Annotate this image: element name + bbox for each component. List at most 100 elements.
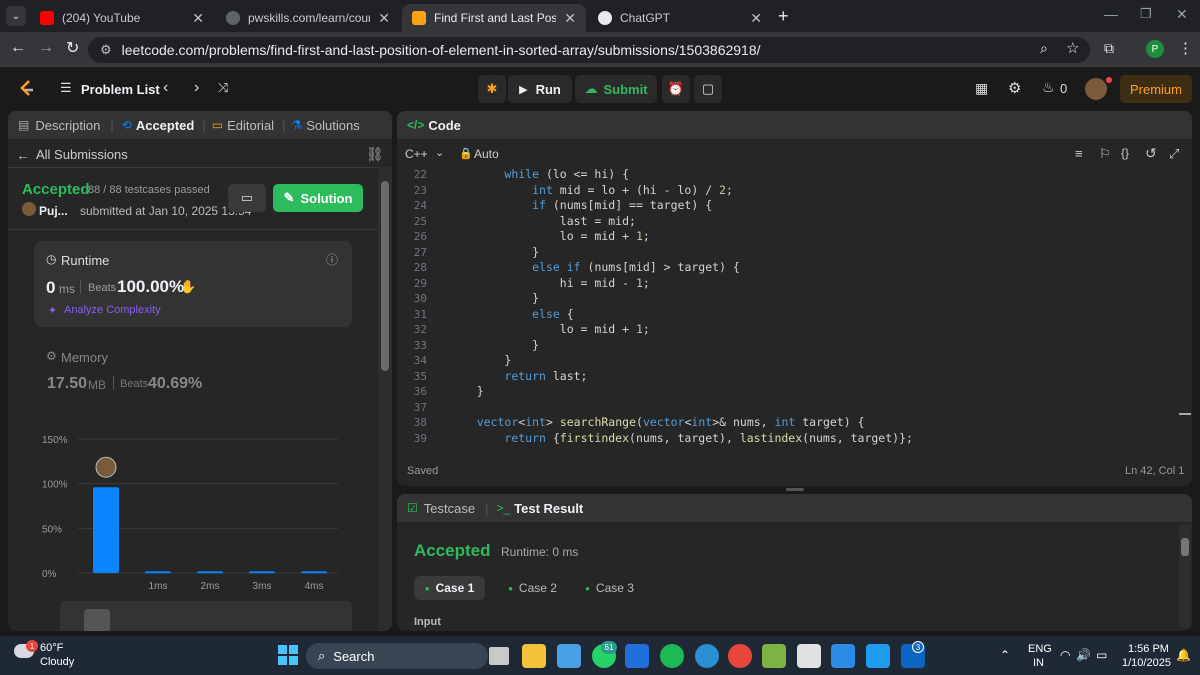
battery-icon[interactable]: ▭ (1096, 648, 1107, 662)
vscode-icon[interactable] (831, 644, 855, 668)
code-line[interactable]: 35 return last; (397, 369, 1177, 385)
windows-start-icon[interactable] (278, 645, 298, 665)
outlook-icon[interactable] (625, 644, 649, 668)
tab-test-result[interactable]: Test Result (514, 501, 583, 516)
back-icon[interactable]: ← (10, 39, 26, 57)
minimize-icon[interactable]: — (1104, 6, 1118, 22)
code-line[interactable]: 36 } (397, 384, 1177, 400)
twitter-icon[interactable] (866, 644, 890, 668)
debug-icon[interactable]: ✱ (478, 75, 506, 103)
notification-bell-icon[interactable]: 🔔 (1176, 648, 1191, 662)
reload-icon[interactable]: ↻ (66, 38, 79, 58)
tray-chevron-icon[interactable]: ⌃ (1000, 648, 1010, 662)
distribution-bar[interactable] (249, 571, 275, 574)
premium-button[interactable]: Premium (1120, 75, 1192, 103)
settings-gear-icon[interactable]: ⚙ (1008, 79, 1021, 97)
chevron-down-icon[interactable]: ⌄ (435, 146, 444, 159)
tab-accepted[interactable]: Accepted (136, 118, 195, 133)
prev-problem-icon[interactable]: ‹ (163, 79, 168, 97)
spotify-icon[interactable] (660, 644, 684, 668)
leetcode-logo-icon[interactable] (18, 79, 36, 99)
site-info-icon[interactable]: ⚙ (100, 42, 112, 58)
code-line[interactable]: 29 hi = mid - 1; (397, 276, 1177, 292)
code-line[interactable]: 31 else { (397, 307, 1177, 323)
tab-editorial[interactable]: Editorial (227, 118, 274, 133)
code-line[interactable]: 25 last = mid; (397, 214, 1177, 230)
distribution-bar[interactable] (145, 571, 171, 574)
format-icon[interactable]: ≡ (1075, 146, 1083, 161)
notes-icon[interactable]: ▢ (694, 75, 722, 103)
browser-tab-youtube[interactable]: (204) YouTube ✕ (30, 4, 214, 32)
case-2-tab[interactable]: ● Case 2 (497, 576, 568, 600)
runtime-card[interactable]: ◷ Runtime ⓘ 0 ms Beats 100.00% ✋ ✦ Analy… (34, 241, 352, 327)
run-button[interactable]: ▶ Run (508, 75, 572, 103)
browser-tab-leetcode[interactable]: Find First and Last Position of E ✕ (402, 4, 586, 32)
tab-description[interactable]: Description (35, 118, 100, 133)
restore-icon[interactable]: ❐ (1140, 6, 1152, 22)
language-indicator[interactable]: ENG (1028, 643, 1052, 655)
book-open-button[interactable]: ▭ (228, 184, 266, 212)
code-line[interactable]: 33 } (397, 338, 1177, 354)
braces-icon[interactable]: {} (1121, 146, 1129, 160)
clock-time[interactable]: 1:56 PM (1128, 643, 1169, 655)
code-line[interactable]: 34 } (397, 353, 1177, 369)
close-icon[interactable]: ✕ (192, 10, 204, 27)
code-line[interactable]: 38 vector<int> searchRange(vector<int>& … (397, 415, 1177, 431)
scrollbar[interactable] (378, 167, 392, 631)
back-arrow-icon[interactable]: ← (16, 147, 30, 163)
tab-search-icon[interactable]: ⌄ (6, 6, 26, 26)
extensions-icon[interactable]: ⧉ (1104, 40, 1114, 57)
volume-icon[interactable]: 🔊 (1076, 648, 1091, 662)
case-3-tab[interactable]: ● Case 3 (574, 576, 645, 600)
info-icon[interactable]: ⓘ (326, 251, 338, 268)
code-line[interactable]: 26 lo = mid + 1; (397, 229, 1177, 245)
wifi-icon[interactable]: ◠ (1060, 648, 1070, 662)
scrollbar-thumb[interactable] (1181, 538, 1189, 556)
code-line[interactable]: 32 lo = mid + 1; (397, 322, 1177, 338)
case-1-tab[interactable]: ● Case 1 (414, 576, 485, 600)
problem-list-link[interactable]: Problem List (81, 82, 160, 97)
new-tab-icon[interactable]: + (778, 6, 789, 27)
solution-button[interactable]: ✎ Solution (273, 184, 363, 212)
browser-tab-pwskills[interactable]: pwskills.com/learn/course/deco ✕ (216, 4, 400, 32)
tab-solutions[interactable]: Solutions (306, 118, 359, 133)
distribution-bar[interactable] (93, 487, 119, 573)
bookmark-star-icon[interactable]: ☆ (1066, 39, 1079, 57)
code-line[interactable]: 27 } (397, 245, 1177, 261)
layout-icon[interactable]: ▦ (975, 80, 988, 97)
submit-button[interactable]: ☁ Submit (575, 75, 657, 103)
edge-icon[interactable] (695, 644, 719, 668)
browser-tab-chatgpt[interactable]: ChatGPT ✕ (588, 4, 772, 32)
app-icon[interactable] (762, 644, 786, 668)
distribution-bar[interactable] (301, 571, 327, 574)
url-field[interactable]: ⚙ leetcode.com/problems/find-first-and-l… (88, 37, 1090, 63)
chrome-icon[interactable] (728, 644, 752, 668)
scrollbar-thumb[interactable] (381, 181, 389, 371)
window-close-icon[interactable]: ✕ (1176, 6, 1188, 23)
taskbar-search-box[interactable]: ⌕ Search (306, 643, 488, 669)
code-line[interactable]: 28 else if (nums[mid] > target) { (397, 260, 1177, 276)
profile-avatar[interactable]: P (1146, 40, 1164, 58)
code-line[interactable]: 39 return {firstindex(nums, target), las… (397, 431, 1177, 447)
zoom-icon[interactable]: ⌕ (1040, 40, 1048, 57)
menu-dots-icon[interactable]: ⋮ (1178, 39, 1193, 57)
share-link-icon[interactable]: ⛓ (366, 146, 384, 163)
auto-mode[interactable]: Auto (474, 147, 499, 161)
shuffle-icon[interactable]: ⤨ (218, 80, 228, 96)
alarm-icon[interactable]: ⏰ (662, 75, 690, 103)
code-editor[interactable]: 22 while (lo <= hi) {23 int mid = lo + (… (397, 167, 1177, 449)
language-select[interactable]: C++ (405, 147, 428, 161)
reset-icon[interactable]: ↺ (1145, 145, 1157, 162)
store-icon[interactable] (557, 644, 581, 668)
user-avatar[interactable] (1085, 78, 1107, 100)
code-line[interactable]: 23 int mid = lo + (hi - lo) / 2; (397, 183, 1177, 199)
tab-testcase[interactable]: Testcase (424, 501, 475, 516)
notepad-icon[interactable] (797, 644, 821, 668)
code-line[interactable]: 22 while (lo <= hi) { (397, 167, 1177, 183)
code-line[interactable]: 37 (397, 400, 1177, 416)
code-line[interactable]: 24 if (nums[mid] == target) { (397, 198, 1177, 214)
result-scrollbar[interactable] (1179, 524, 1191, 628)
code-preview-card[interactable] (60, 601, 352, 631)
analyze-complexity-link[interactable]: Analyze Complexity (64, 304, 161, 316)
distribution-bar[interactable] (197, 571, 223, 574)
